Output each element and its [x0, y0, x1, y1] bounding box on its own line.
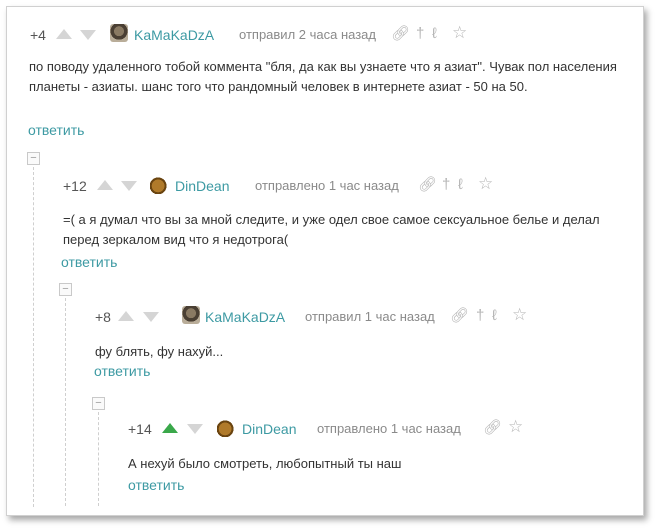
comment-timestamp: отправлено 1 час назад — [317, 421, 461, 436]
pin-icon[interactable]: † — [442, 177, 450, 193]
comment-text: фу блять, фу нахуй... — [95, 344, 224, 359]
pin-icon[interactable]: † — [416, 26, 424, 42]
star-icon[interactable]: ☆ — [508, 418, 523, 435]
comment-author[interactable]: KaMaKaDzA — [134, 27, 214, 43]
tag-icon[interactable]: ℓ — [458, 177, 463, 193]
thread-line — [33, 167, 34, 507]
comment-timestamp: отправил 2 часа назад — [239, 27, 376, 42]
comment-author[interactable]: DinDean — [242, 421, 296, 437]
comment-rating: +8 — [95, 309, 111, 325]
comment-rating: +12 — [63, 178, 87, 194]
downvote-arrow-icon[interactable] — [187, 424, 203, 434]
comment: +4 KaMaKaDzA отправил 2 часа назад 🔗︎ † … — [27, 24, 627, 139]
reply-link[interactable]: ответить — [128, 477, 184, 493]
downvote-arrow-icon[interactable] — [121, 181, 137, 191]
comment-author[interactable]: DinDean — [175, 178, 229, 194]
link-icon[interactable]: 🔗︎ — [483, 420, 502, 436]
thread-line — [98, 412, 99, 506]
upvote-arrow-icon[interactable] — [97, 180, 113, 190]
avatar[interactable] — [110, 24, 128, 42]
reply-link[interactable]: ответить — [61, 254, 117, 270]
collapse-toggle[interactable]: − — [59, 283, 72, 296]
reply-link[interactable]: ответить — [94, 363, 150, 379]
downvote-arrow-icon[interactable] — [143, 312, 159, 322]
avatar[interactable] — [182, 306, 200, 324]
comment: +12 DinDean отправлено 1 час назад 🔗︎ † … — [60, 175, 630, 270]
star-icon[interactable]: ☆ — [452, 24, 467, 41]
comment-text: А нехуй было смотреть, любопытный ты наш — [128, 456, 402, 471]
link-icon[interactable]: 🔗︎ — [391, 26, 410, 42]
reply-link[interactable]: ответить — [28, 122, 84, 138]
tag-icon[interactable]: ℓ — [492, 308, 497, 324]
link-icon[interactable]: 🔗︎ — [418, 177, 437, 193]
star-icon[interactable]: ☆ — [512, 306, 527, 323]
avatar[interactable] — [150, 176, 168, 194]
comment: +14 DinDean отправлено 1 час назад 🔗︎ ☆ … — [125, 418, 625, 498]
link-icon[interactable]: 🔗︎ — [450, 308, 469, 324]
upvote-arrow-icon[interactable] — [118, 311, 134, 321]
comment-text: =( а я думал что вы за мной следите, и у… — [63, 212, 600, 247]
tag-icon[interactable]: ℓ — [432, 26, 437, 42]
pin-icon[interactable]: † — [476, 308, 484, 324]
downvote-arrow-icon[interactable] — [80, 30, 96, 40]
comments-panel: +4 KaMaKaDzA отправил 2 часа назад 🔗︎ † … — [6, 6, 644, 516]
star-icon[interactable]: ☆ — [478, 175, 493, 192]
comment-timestamp: отправил 1 час назад — [305, 309, 435, 324]
collapse-toggle[interactable]: − — [92, 397, 105, 410]
comment: +8 KaMaKaDzA отправил 1 час назад 🔗︎ † ℓ… — [92, 306, 632, 381]
comment-timestamp: отправлено 1 час назад — [255, 178, 399, 193]
comment-author[interactable]: KaMaKaDzA — [205, 309, 285, 325]
comment-rating: +4 — [30, 27, 46, 43]
comment-text: по поводу удаленного тобой коммента "бля… — [29, 59, 617, 94]
comment-rating: +14 — [128, 421, 152, 437]
collapse-toggle[interactable]: − — [27, 152, 40, 165]
upvote-arrow-icon[interactable] — [162, 423, 178, 433]
avatar[interactable] — [217, 419, 235, 437]
thread-line — [65, 298, 66, 506]
upvote-arrow-icon[interactable] — [56, 29, 72, 39]
